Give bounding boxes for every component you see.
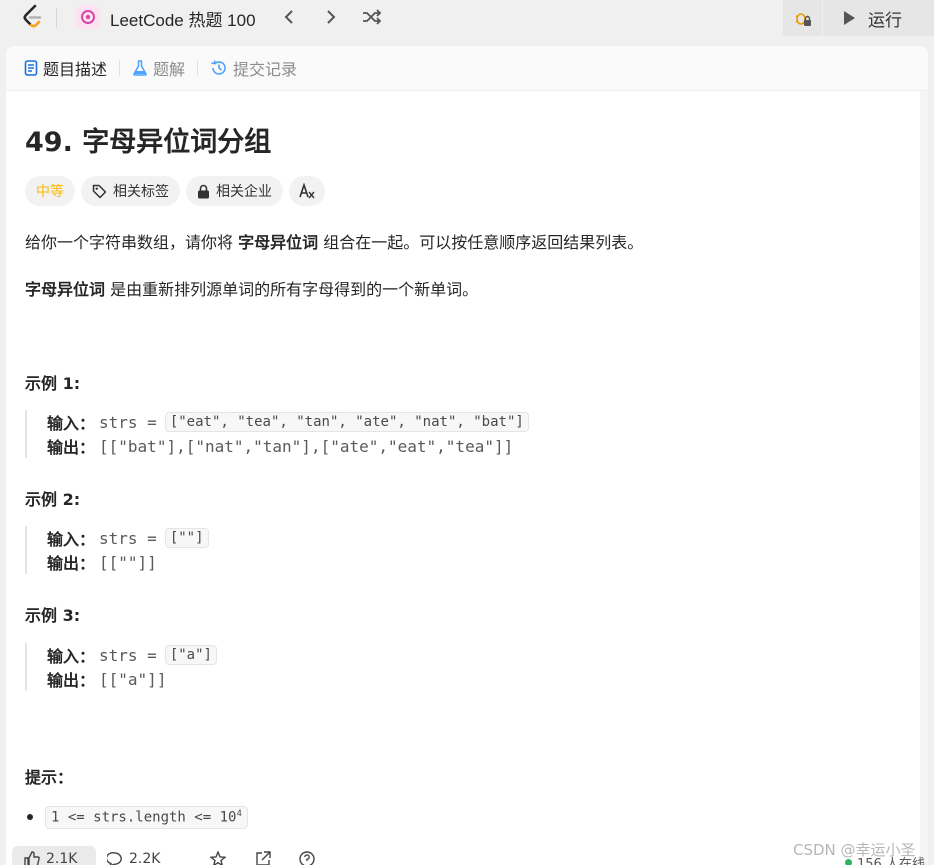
random-problem-button[interactable] (359, 5, 385, 29)
scrollbar[interactable] (920, 91, 928, 865)
constraint-item: 1 <= strs.length <= 104 (25, 806, 248, 829)
next-problem-button[interactable] (318, 5, 344, 29)
problem-title: 49. 字母异位词分组 (25, 127, 272, 158)
example-3-title: 示例 3: (25, 606, 81, 625)
shuffle-icon (363, 9, 382, 25)
history-icon (211, 60, 226, 75)
favorite-button[interactable] (210, 846, 226, 865)
question-icon (299, 851, 315, 865)
difficulty-badge[interactable]: 中等 (25, 176, 75, 206)
example-output-line: 输出： [[""]] (47, 550, 209, 574)
debug-button[interactable] (783, 0, 823, 36)
run-controls: 运行 (783, 0, 934, 36)
constraint-code: 1 <= strs.length <= 104 (45, 806, 248, 829)
example-2-title: 示例 2: (25, 490, 81, 509)
panel-tabs: 题目描述 题解 提交记录 (6, 46, 928, 91)
example-input-line: 输入： strs = ["eat", "tea", "tan", "ate", … (47, 410, 529, 434)
thumbs-up-icon (24, 851, 40, 865)
likes-count: 2.1K (46, 851, 78, 865)
example-output-line: 输出： [["bat"],["nat","tan"],["ate","eat",… (47, 434, 529, 458)
bullet (27, 814, 33, 821)
output-label: 输出： (47, 438, 96, 457)
example-input-line: 输入： strs = ["a"] (47, 643, 217, 667)
bottom-action-bar: 2.1K 2.2K (6, 845, 928, 865)
input-value: ["a"] (164, 645, 217, 665)
chip-label: 相关企业 (216, 184, 272, 200)
desc-bold: 字母异位词 (25, 280, 106, 299)
divider (56, 8, 57, 28)
example-1-title: 示例 1: (25, 374, 81, 393)
comment-icon (107, 852, 122, 865)
related-tags-chip[interactable]: 相关标签 (81, 176, 180, 206)
chevron-left-icon (284, 10, 293, 24)
output-value: [[""]] (99, 552, 157, 572)
online-dot (845, 859, 852, 865)
comments-count: 2.2K (129, 851, 161, 865)
share-icon (256, 851, 271, 865)
output-label: 输出： (47, 671, 96, 690)
desc-bold: 字母异位词 (238, 233, 319, 252)
play-icon (844, 11, 855, 25)
top-bar: LeetCode 热题 100 运行 (0, 0, 934, 36)
chip-label: 相关标签 (113, 184, 169, 200)
share-button[interactable] (255, 846, 271, 865)
difficulty-label: 中等 (36, 184, 64, 200)
problem-chips: 中等 相关标签 相关企业 (25, 176, 325, 206)
constraints-title: 提示： (25, 768, 74, 787)
translate-chip[interactable] (289, 176, 325, 206)
tab-description[interactable]: 题目描述 (20, 56, 111, 80)
like-button[interactable]: 2.1K (12, 846, 96, 865)
output-value: [["bat"],["nat","tan"],["ate","eat","tea… (99, 436, 514, 456)
document-icon (24, 60, 38, 76)
desc-text: 组合在一起。可以按任意顺序返回结果列表。 (318, 233, 644, 252)
description-paragraph-1: 给你一个字符串数组，请你将 字母异位词 组合在一起。可以按任意顺序返回结果列表。 (25, 229, 643, 253)
example-input-line: 输入： strs = [""] (47, 526, 209, 550)
input-label: 输入： (47, 530, 96, 549)
chevron-right-icon (327, 10, 336, 24)
online-indicator: 156 人在线 (845, 853, 925, 865)
input-label: 输入： (47, 414, 96, 433)
input-var: strs = (99, 528, 157, 548)
translate-icon (299, 183, 315, 199)
leetcode-logo-icon[interactable] (22, 4, 44, 30)
tab-submissions[interactable]: 提交记录 (206, 56, 301, 80)
desc-text: 是由重新排列源单词的所有字母得到的一个新单词。 (105, 280, 479, 299)
input-var: strs = (99, 412, 157, 432)
online-count: 156 人在线 (857, 857, 925, 865)
constraint-exponent: 4 (236, 809, 242, 819)
comments-button[interactable]: 2.2K (107, 846, 160, 865)
desc-text: 给你一个字符串数组，请你将 (25, 233, 239, 252)
run-button[interactable]: 运行 (824, 0, 934, 36)
tab-label: 题目描述 (43, 60, 108, 79)
constraint-text: 1 <= strs.length <= 10 (51, 809, 237, 826)
flask-icon (133, 60, 147, 76)
problem-list-icon[interactable] (76, 5, 100, 29)
prev-problem-button[interactable] (276, 5, 302, 29)
description-panel: 题目描述 题解 提交记录 49. 字母异位词分组 中等 相关标签 相关企业 给你… (6, 46, 928, 865)
example-2-block: 输入： strs = [""] 输出： [[""]] (25, 526, 209, 574)
input-value: ["eat", "tea", "tan", "ate", "nat", "bat… (164, 412, 529, 432)
input-value: [""] (164, 528, 209, 548)
tab-label: 提交记录 (233, 60, 298, 79)
output-label: 输出： (47, 554, 96, 573)
related-companies-chip[interactable]: 相关企业 (186, 176, 283, 206)
example-3-block: 输入： strs = ["a"] 输出： [["a"]] (25, 643, 217, 691)
tab-solutions[interactable]: 题解 (128, 56, 189, 80)
problem-list-title[interactable]: LeetCode 热题 100 (110, 6, 256, 31)
tag-icon (92, 184, 107, 198)
bug-lock-icon (795, 13, 811, 26)
lock-icon (198, 184, 209, 198)
output-value: [["a"]] (99, 669, 167, 689)
input-var: strs = (99, 645, 157, 665)
example-output-line: 输出： [["a"]] (47, 667, 217, 691)
star-icon (210, 851, 226, 865)
description-paragraph-2: 字母异位词 是由重新排列源单词的所有字母得到的一个新单词。 (25, 276, 478, 300)
run-label: 运行 (868, 10, 902, 31)
tab-divider (197, 60, 199, 76)
tab-divider (119, 60, 121, 76)
example-1-block: 输入： strs = ["eat", "tea", "tan", "ate", … (25, 410, 529, 458)
tab-label: 题解 (153, 60, 186, 79)
input-label: 输入： (47, 647, 96, 666)
help-button[interactable] (299, 846, 315, 865)
